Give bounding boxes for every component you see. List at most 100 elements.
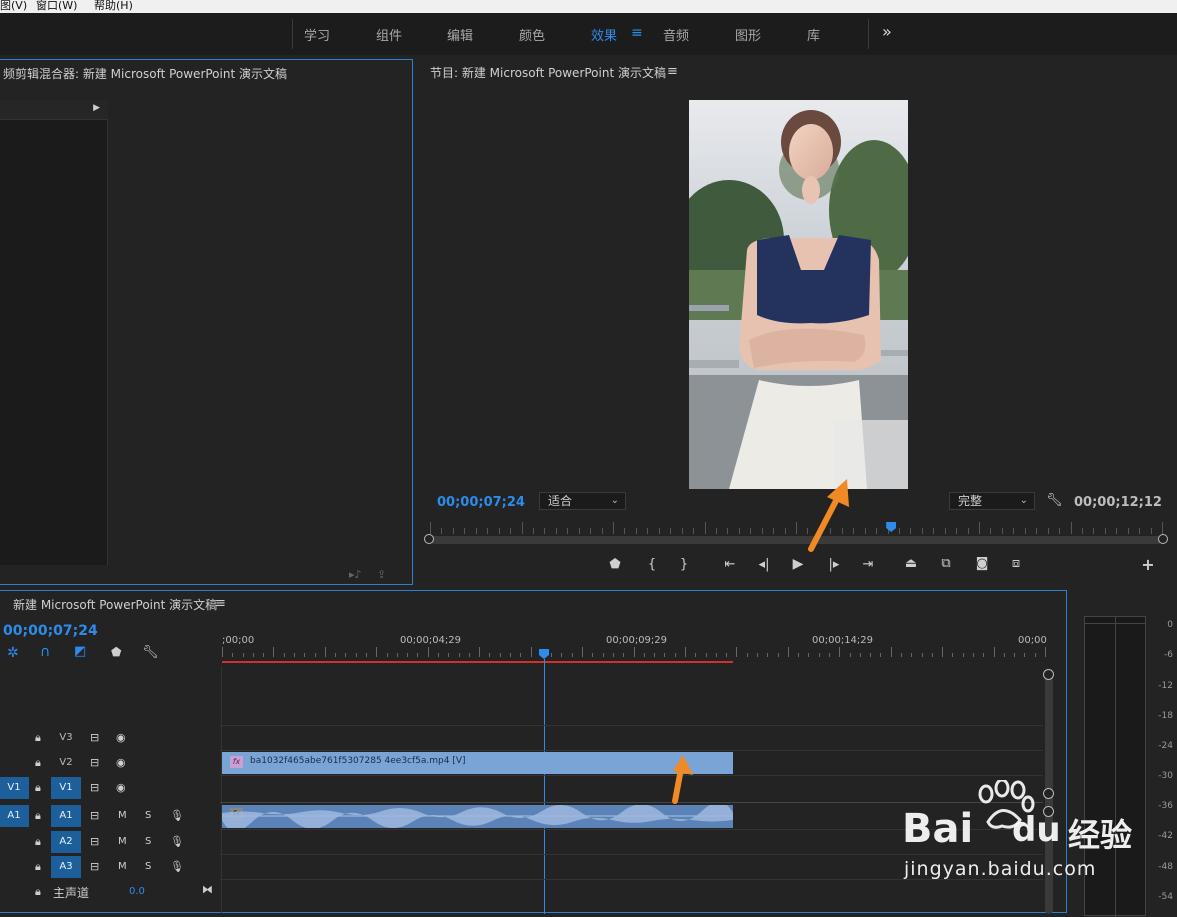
track-header-divider bbox=[221, 666, 222, 914]
fx-badge[interactable]: fx bbox=[230, 756, 243, 768]
video-clip-label: ba1032f465abe761f5307285 4ee3cf5a.mp4 [V… bbox=[250, 756, 466, 766]
track-label[interactable]: A3 bbox=[51, 856, 81, 878]
tab-editing[interactable]: 编辑 bbox=[447, 25, 473, 44]
tab-graphics[interactable]: 图形 bbox=[735, 25, 761, 44]
track-label[interactable]: A1 bbox=[51, 805, 81, 827]
tab-libraries[interactable]: 库 bbox=[807, 25, 820, 44]
source-patch-a1[interactable]: A1 bbox=[0, 805, 29, 827]
timeline-settings-icon[interactable]: 🔧︎ bbox=[142, 645, 159, 660]
export-icon[interactable]: ⇪ bbox=[377, 568, 386, 581]
lift-icon[interactable]: ⏏ bbox=[901, 556, 921, 571]
ruler-tick bbox=[670, 528, 672, 534]
scroll-handle-top[interactable] bbox=[1043, 669, 1054, 680]
lock-icon[interactable]: 🔒︎ bbox=[35, 781, 41, 795]
tab-effects[interactable]: 效果 bbox=[591, 25, 617, 44]
ruler-tick bbox=[355, 653, 357, 657]
tab-assembly[interactable]: 组件 bbox=[376, 25, 402, 44]
play-icon[interactable]: ▶ bbox=[788, 556, 808, 572]
eye-icon[interactable]: ◉ bbox=[116, 781, 126, 794]
eye-icon[interactable]: ◉ bbox=[116, 731, 126, 744]
export-frame-icon[interactable]: ◙ bbox=[972, 556, 992, 571]
track-label[interactable]: V3 bbox=[51, 727, 81, 749]
master-expand-icon[interactable]: ⧓ bbox=[202, 883, 213, 896]
menu-item-view[interactable]: 图(V) bbox=[0, 0, 27, 11]
ruler-tick bbox=[876, 528, 878, 534]
mark-out-icon[interactable]: } bbox=[674, 557, 694, 572]
microphone-icon[interactable]: 🎙︎ bbox=[170, 809, 184, 822]
work-area-bar[interactable] bbox=[222, 661, 733, 663]
sync-lock-icon[interactable]: ⊟ bbox=[90, 835, 99, 848]
menu-item-help[interactable]: 帮助(H) bbox=[94, 0, 133, 11]
ruler-tick bbox=[1034, 653, 1036, 657]
add-marker-icon[interactable]: ⬟ bbox=[605, 557, 625, 572]
mixer-track-area bbox=[0, 100, 108, 565]
step-back-icon[interactable]: ◂| bbox=[754, 557, 774, 572]
nest-sequence-icon[interactable]: ✲ bbox=[7, 645, 19, 661]
linked-selection-icon[interactable]: ◩ bbox=[74, 644, 86, 659]
scrollbar-handle-right[interactable] bbox=[1158, 534, 1168, 544]
audio-mute-icon[interactable]: ▸♪ bbox=[349, 568, 362, 581]
add-marker-icon[interactable]: ⬟ bbox=[111, 645, 121, 659]
sync-lock-icon[interactable]: ⊟ bbox=[90, 781, 99, 794]
panel-menu-icon[interactable]: ≡ bbox=[215, 596, 226, 611]
solo-button[interactable]: S bbox=[145, 810, 151, 821]
lock-icon[interactable]: 🔒︎ bbox=[35, 756, 41, 770]
eye-icon[interactable]: ◉ bbox=[116, 756, 126, 769]
program-time-ruler[interactable] bbox=[430, 522, 1163, 534]
meter-tick: -30 bbox=[1158, 771, 1173, 781]
sync-lock-icon[interactable]: ⊟ bbox=[90, 860, 99, 873]
sync-lock-icon[interactable]: ⊟ bbox=[90, 756, 99, 769]
lock-icon[interactable]: 🔒︎ bbox=[35, 885, 41, 899]
track-label[interactable]: V1 bbox=[51, 777, 81, 799]
lock-icon[interactable]: 🔒︎ bbox=[35, 731, 41, 745]
step-forward-icon[interactable]: |▸ bbox=[824, 557, 844, 572]
solo-button[interactable]: S bbox=[145, 861, 151, 872]
timeline-current-timecode[interactable]: 00;00;07;24 bbox=[3, 623, 98, 639]
comparison-view-icon[interactable]: ⧈ bbox=[1006, 556, 1026, 571]
tab-color[interactable]: 颜色 bbox=[519, 25, 545, 44]
lock-icon[interactable]: 🔒︎ bbox=[35, 835, 41, 849]
ruler-label: ;00;00 bbox=[222, 635, 255, 646]
scrollbar-handle-left[interactable] bbox=[424, 534, 434, 544]
lock-icon[interactable]: 🔒︎ bbox=[35, 860, 41, 874]
mute-button[interactable]: M bbox=[118, 861, 127, 872]
expand-arrow-icon[interactable]: ▶ bbox=[93, 103, 100, 113]
menu-item-window[interactable]: 窗口(W) bbox=[36, 0, 77, 11]
overflow-icon[interactable]: » bbox=[882, 22, 892, 41]
wrench-icon[interactable]: 🔧︎ bbox=[1046, 493, 1063, 508]
tab-audio[interactable]: 音频 bbox=[663, 25, 689, 44]
program-duration-timecode: 00;00;12;12 bbox=[1074, 495, 1162, 510]
quality-dropdown[interactable]: 完整 ⌄ bbox=[949, 492, 1035, 510]
ruler-tick bbox=[314, 653, 316, 657]
solo-button[interactable]: S bbox=[145, 836, 151, 847]
lock-icon[interactable]: 🔒︎ bbox=[35, 809, 41, 823]
sync-lock-icon[interactable]: ⊟ bbox=[90, 731, 99, 744]
go-to-out-icon[interactable]: ⇥ bbox=[858, 557, 878, 572]
video-clip[interactable]: fx ba1032f465abe761f5307285 4ee3cf5a.mp4… bbox=[222, 752, 733, 774]
program-current-timecode[interactable]: 00;00;07;24 bbox=[437, 495, 525, 510]
snap-magnet-icon[interactable]: ∩ bbox=[40, 644, 50, 660]
mark-in-icon[interactable]: { bbox=[642, 557, 662, 572]
ruler-tick bbox=[479, 647, 481, 657]
microphone-icon[interactable]: 🎙︎ bbox=[170, 835, 184, 848]
tab-learning[interactable]: 学习 bbox=[304, 25, 330, 44]
program-scrollbar[interactable] bbox=[424, 534, 1168, 544]
audio-clip[interactable]: fx bbox=[222, 805, 733, 828]
timeline-ruler[interactable]: ;00;00 00;00;04;29 00;00;09;29 00;00;14;… bbox=[222, 631, 1047, 663]
panel-menu-icon[interactable]: ≡ bbox=[667, 64, 678, 79]
master-volume-value[interactable]: 0.0 bbox=[129, 886, 145, 897]
source-patch-v1[interactable]: V1 bbox=[0, 777, 29, 799]
mute-button[interactable]: M bbox=[118, 836, 127, 847]
sync-lock-icon[interactable]: ⊟ bbox=[90, 809, 99, 822]
mute-button[interactable]: M bbox=[118, 810, 127, 821]
add-button-icon[interactable]: + bbox=[1138, 555, 1158, 574]
microphone-icon[interactable]: 🎙︎ bbox=[170, 860, 184, 873]
track-label[interactable]: A2 bbox=[51, 831, 81, 853]
ruler-tick bbox=[1013, 528, 1015, 534]
track-label[interactable]: V2 bbox=[51, 752, 81, 774]
extract-icon[interactable]: ⧉ bbox=[936, 556, 956, 571]
ruler-tick bbox=[921, 528, 923, 534]
go-to-in-icon[interactable]: ⇤ bbox=[720, 557, 740, 572]
fit-dropdown[interactable]: 适合 ⌄ bbox=[539, 492, 626, 510]
tab-effects-menu-icon[interactable]: ≡ bbox=[631, 25, 643, 41]
